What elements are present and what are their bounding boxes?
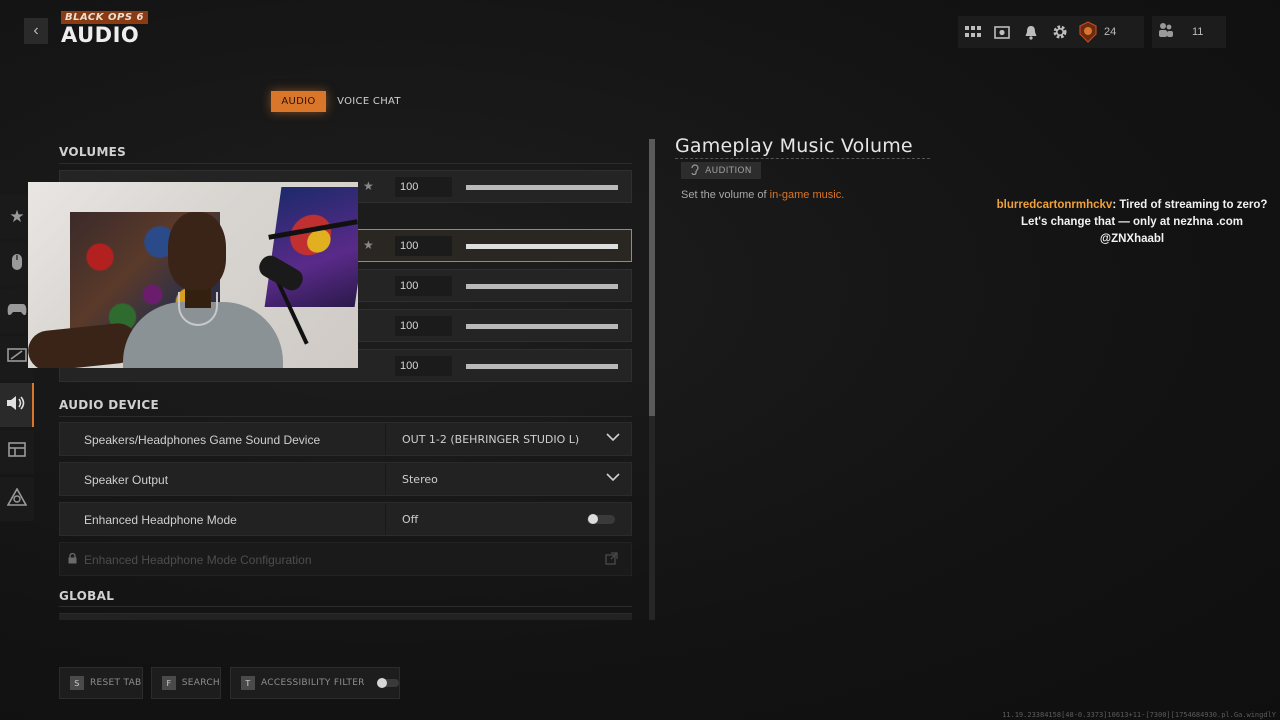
section-audio-device: AUDIO DEVICE bbox=[59, 398, 159, 412]
setting-row-partial[interactable] bbox=[59, 613, 632, 620]
description-highlight: in-game music. bbox=[769, 189, 845, 201]
reset-tab-button[interactable]: S RESET TAB bbox=[59, 667, 143, 699]
audition-label: AUDITION bbox=[705, 165, 752, 176]
accessibility-filter-label: ACCESSIBILITY FILTER bbox=[261, 678, 365, 688]
webcam-overlay bbox=[28, 182, 358, 368]
setting-enhanced-headphone-mode[interactable]: Enhanced Headphone Mode Off bbox=[59, 502, 632, 536]
stream-chat-message: blurredcartonrmhckv: Tired of streaming … bbox=[994, 197, 1270, 248]
reset-tab-label: RESET TAB bbox=[90, 678, 142, 688]
volume-slider[interactable] bbox=[466, 324, 618, 329]
section-divider bbox=[59, 163, 632, 164]
volume-value[interactable]: 100 bbox=[395, 276, 452, 296]
volume-slider[interactable] bbox=[466, 364, 618, 369]
slider-fill bbox=[466, 185, 618, 190]
section-volumes: VOLUMES bbox=[59, 145, 127, 159]
rail-interface[interactable] bbox=[0, 430, 34, 474]
rail-audio[interactable] bbox=[0, 383, 34, 427]
row-divider bbox=[385, 463, 386, 495]
detail-title-underline bbox=[675, 158, 930, 159]
key-hint: S bbox=[70, 676, 84, 690]
slider-fill bbox=[466, 284, 618, 289]
build-string: 11.19.23384158[48-0.3373]10613+11-[7300]… bbox=[1002, 711, 1276, 719]
party-icon bbox=[1158, 22, 1174, 42]
rank-emblem-icon[interactable] bbox=[1074, 19, 1102, 45]
party-button[interactable]: 11 bbox=[1152, 16, 1226, 48]
slider-fill bbox=[466, 324, 618, 329]
section-divider bbox=[59, 606, 632, 607]
toggle-knob bbox=[376, 678, 387, 688]
setting-speaker-output[interactable]: Speaker Output Stereo bbox=[59, 462, 632, 496]
detail-title: Gameplay Music Volume bbox=[675, 135, 913, 157]
bell-icon[interactable] bbox=[1016, 16, 1045, 48]
toggle-switch[interactable] bbox=[587, 514, 615, 524]
rail-account-network[interactable] bbox=[0, 477, 34, 521]
description-text: Set the volume of bbox=[681, 189, 770, 201]
audition-button[interactable]: AUDITION bbox=[681, 162, 761, 179]
volume-value[interactable]: 100 bbox=[395, 236, 452, 256]
star-icon[interactable]: ★ bbox=[363, 238, 374, 252]
setting-label: Speaker Output bbox=[84, 473, 169, 487]
network-icon bbox=[6, 486, 28, 511]
chevron-down-icon[interactable] bbox=[606, 471, 620, 485]
star-icon: ★ bbox=[9, 207, 25, 226]
setting-label: Enhanced Headphone Mode Configuration bbox=[84, 553, 312, 567]
tab-voice-chat[interactable]: VOICE CHAT bbox=[336, 91, 402, 112]
star-icon[interactable]: ★ bbox=[363, 179, 374, 193]
interface-icon bbox=[8, 442, 26, 462]
tab-audio[interactable]: AUDIO bbox=[271, 91, 326, 112]
chevron-left-icon: ‹ bbox=[33, 22, 39, 39]
scrollbar-thumb[interactable] bbox=[649, 139, 655, 416]
party-count: 11 bbox=[1192, 26, 1204, 38]
volume-slider[interactable] bbox=[466, 185, 618, 190]
webcam-person-head bbox=[168, 212, 226, 290]
section-global: GLOBAL bbox=[59, 589, 115, 603]
row-divider bbox=[385, 423, 386, 455]
ear-icon bbox=[690, 163, 699, 178]
display-icon bbox=[7, 347, 27, 369]
toggle-knob bbox=[588, 514, 598, 524]
section-divider bbox=[59, 416, 632, 417]
volume-value[interactable]: 100 bbox=[395, 316, 452, 336]
gear-icon[interactable] bbox=[1045, 16, 1074, 48]
lock-icon bbox=[68, 552, 77, 567]
player-level: 24 bbox=[1104, 26, 1117, 38]
back-button[interactable]: ‹ bbox=[24, 18, 48, 44]
store-icon[interactable] bbox=[987, 16, 1016, 48]
volume-value[interactable]: 100 bbox=[395, 177, 452, 197]
grid-icon[interactable] bbox=[958, 16, 987, 48]
setting-headphone-mode-config: Enhanced Headphone Mode Configuration bbox=[59, 542, 632, 576]
key-hint: T bbox=[241, 676, 255, 690]
search-label: SEARCH bbox=[181, 678, 220, 688]
setting-label: Speakers/Headphones Game Sound Device bbox=[84, 433, 321, 447]
slider-fill bbox=[466, 244, 618, 249]
page-title: AUDIO bbox=[61, 23, 140, 47]
mouse-icon bbox=[11, 253, 23, 276]
setting-value[interactable]: Stereo bbox=[402, 473, 438, 486]
volume-value[interactable]: 100 bbox=[395, 356, 452, 376]
setting-sound-device[interactable]: Speakers/Headphones Game Sound Device OU… bbox=[59, 422, 632, 456]
external-link-icon bbox=[605, 552, 618, 568]
key-hint: F bbox=[162, 676, 176, 690]
slider-fill bbox=[466, 364, 618, 369]
volume-slider[interactable] bbox=[466, 244, 618, 249]
setting-value: Off bbox=[402, 513, 419, 526]
row-divider bbox=[385, 543, 386, 575]
controller-icon bbox=[7, 301, 27, 321]
chevron-down-icon[interactable] bbox=[606, 431, 620, 445]
speaker-icon bbox=[6, 395, 26, 416]
setting-value[interactable]: OUT 1-2 (BEHRINGER STUDIO L) bbox=[402, 433, 579, 446]
toggle-switch[interactable] bbox=[376, 678, 399, 688]
top-menu-bar: 24 bbox=[958, 16, 1144, 48]
row-divider bbox=[385, 503, 386, 535]
setting-label: Enhanced Headphone Mode bbox=[84, 513, 237, 527]
detail-description: Set the volume of in-game music. bbox=[681, 189, 844, 201]
accessibility-filter-button[interactable]: T ACCESSIBILITY FILTER bbox=[230, 667, 400, 699]
search-button[interactable]: F SEARCH bbox=[151, 667, 221, 699]
chat-username: blurredcartonrmhckv bbox=[996, 199, 1113, 211]
volume-slider[interactable] bbox=[466, 284, 618, 289]
